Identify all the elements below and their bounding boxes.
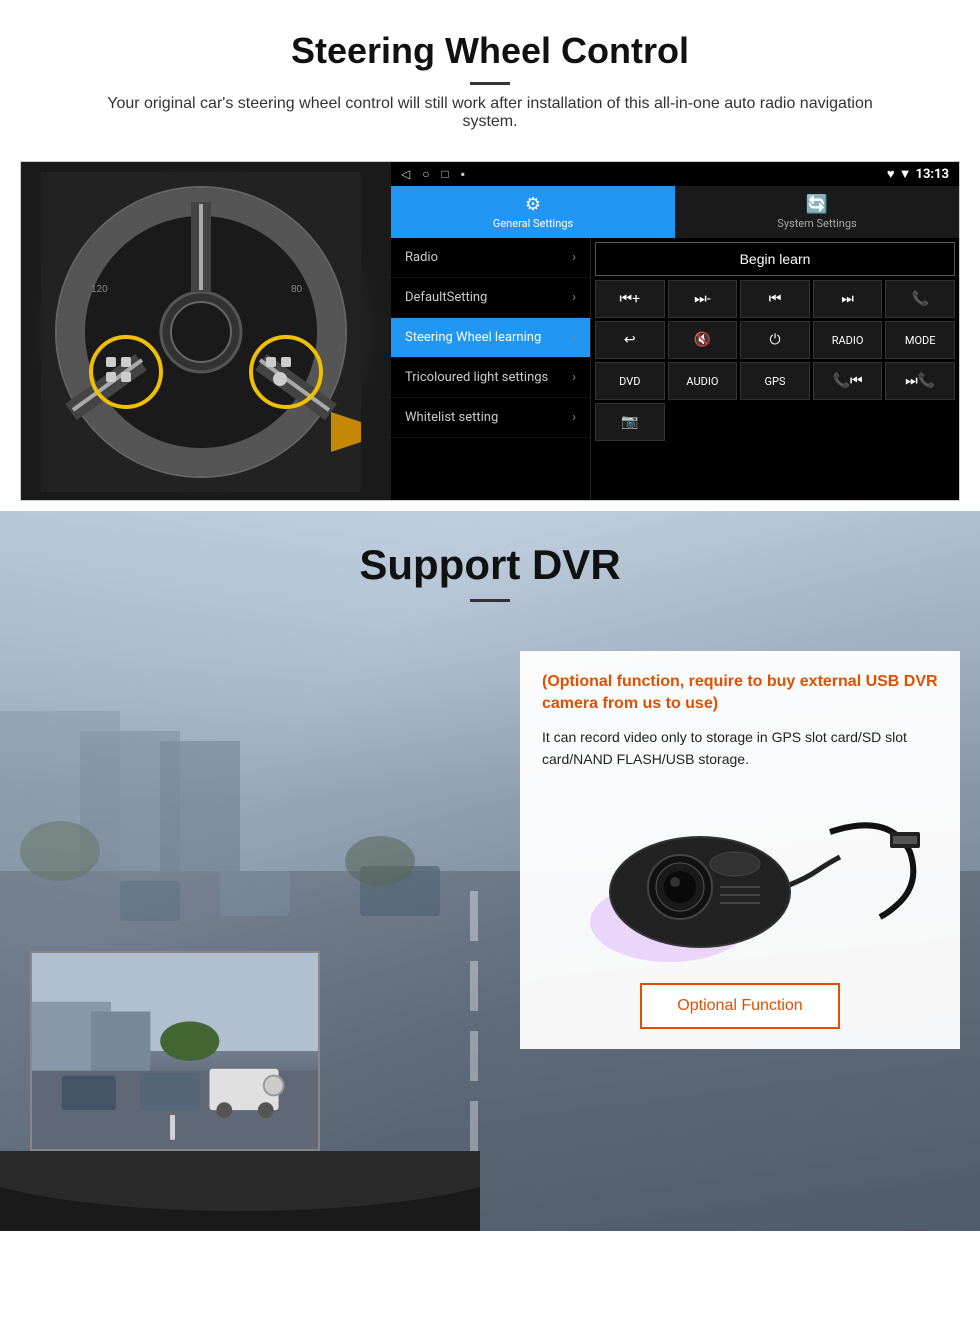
menu-item-steering[interactable]: Steering Wheel learning › [391,318,590,358]
ctrl-btn-back[interactable]: ↩ [595,321,665,359]
tab-general-label: General Settings [493,217,573,230]
camera-icon: 📷 [621,414,638,430]
ctrl-btn-next[interactable]: ⏭ [813,280,883,318]
svg-text:120: 120 [91,284,108,295]
power-icon: ⏻ [769,332,780,348]
back-icon: ↩ [624,332,636,348]
tab-general[interactable]: ⚙ General Settings [391,186,675,238]
statusbar-time: 13:13 [916,167,950,182]
dvr-title-divider [470,599,510,602]
mode-label: MODE [905,334,936,347]
chevron-icon-default: › [572,290,576,305]
menu-item-radio-label: Radio [405,250,438,265]
home-nav-icon[interactable]: ○ [422,167,429,181]
dvr-optional-text: (Optional function, require to buy exter… [542,671,938,716]
ctrl-btn-call[interactable]: 📞 [885,280,955,318]
ctrl-btn-camera[interactable]: 📷 [595,403,665,441]
prev-icon: ⏮ [769,291,782,307]
dvr-info-card: (Optional function, require to buy exter… [520,651,960,1049]
android-panel: ◁ ○ □ ▪ ♥ ▼ 13:13 ⚙ General Settings [391,162,959,500]
control-grid: ⏮+ ⏭- ⏮ ⏭ 📞 [595,280,955,441]
vol-down-icon: ⏭- [694,291,710,307]
begin-learn-button[interactable]: Begin learn [595,242,955,276]
ctrl-btn-mute[interactable]: 🔇 [668,321,738,359]
menu-item-steering-label: Steering Wheel learning [405,330,541,345]
ctrl-btn-gps[interactable]: GPS [740,362,810,400]
chevron-icon-steering: › [572,330,576,345]
tab-system-label: System Settings [777,217,856,230]
system-settings-icon: 🔄 [806,194,828,215]
ctrl-btn-vol-down[interactable]: ⏭- [668,280,738,318]
tel-prev-icon: 📞⏮ [833,373,863,389]
dvr-mini-inner [32,953,318,1149]
next-icon: ⏭ [841,291,854,307]
dvr-camera-illustration [542,787,938,967]
ctrl-btn-vol-up[interactable]: ⏮+ [595,280,665,318]
settings-right: Begin learn ⏮+ ⏭- ⏮ [591,238,959,500]
settings-content: Radio › DefaultSetting › Steering Wheel … [391,238,959,500]
steering-description: Your original car's steering wheel contr… [80,95,900,131]
ctrl-btn-radio[interactable]: RADIO [813,321,883,359]
steering-title: Steering Wheel Control [40,30,940,72]
mute-icon: 🔇 [694,332,711,348]
vol-up-icon: ⏮+ [620,291,641,307]
steering-photo: 120 80 [21,162,391,500]
steering-photo-inner: 120 80 [21,162,391,500]
steering-wheel-svg: 120 80 [41,172,361,492]
general-settings-icon: ⚙ [525,194,541,215]
dashboard-area [0,1151,480,1231]
settings-tabs: ⚙ General Settings 🔄 System Settings [391,186,959,238]
recents-nav-icon[interactable]: □ [441,167,448,181]
dvr-title: Support DVR [0,541,980,589]
dashboard-svg [0,1151,480,1231]
begin-learn-row: Begin learn [595,242,955,276]
wifi-icon: ▼ [899,166,912,182]
steering-section: Steering Wheel Control Your original car… [0,0,980,501]
menu-item-radio[interactable]: Radio › [391,238,590,278]
ctrl-btn-dvd[interactable]: DVD [595,362,665,400]
dvr-section: Support DVR (Optional function, require … [0,511,980,1231]
ctrl-btn-prev[interactable]: ⏮ [740,280,810,318]
menu-nav-icon[interactable]: ▪ [461,167,465,181]
ui-screenshot: 120 80 ◁ ○ □ ▪ ♥ ▼ 13:13 [20,161,960,501]
dvr-title-area: Support DVR [0,511,980,632]
menu-item-default-label: DefaultSetting [405,290,487,305]
menu-item-default[interactable]: DefaultSetting › [391,278,590,318]
call-icon: 📞 [911,291,928,307]
dvr-mini-scene [32,953,318,1149]
chevron-icon-whitelist: › [572,410,576,425]
dvr-camera-svg [550,792,930,962]
ctrl-btn-mode[interactable]: MODE [885,321,955,359]
tab-system[interactable]: 🔄 System Settings [675,186,959,238]
gps-label: GPS [765,375,786,388]
status-icons: ♥ ▼ 13:13 [887,166,949,182]
nav-icons: ◁ ○ □ ▪ [401,167,881,181]
ctrl-btn-tel-prev[interactable]: 📞⏮ [813,362,883,400]
dvr-description: It can record video only to storage in G… [542,726,938,771]
ctrl-btn-tel-next[interactable]: ⏭📞 [885,362,955,400]
dvr-screenshot-mini [30,951,320,1151]
ctrl-btn-power[interactable]: ⏻ [740,321,810,359]
audio-label: AUDIO [686,375,718,388]
title-divider [470,82,510,85]
steering-title-area: Steering Wheel Control Your original car… [0,0,980,151]
chevron-icon-radio: › [572,250,576,265]
tel-next-icon: ⏭📞 [905,373,935,389]
optional-function-button[interactable]: Optional Function [640,983,840,1029]
menu-item-whitelist-label: Whitelist setting [405,410,498,425]
back-nav-icon[interactable]: ◁ [401,167,410,181]
android-statusbar: ◁ ○ □ ▪ ♥ ▼ 13:13 [391,162,959,186]
menu-item-whitelist[interactable]: Whitelist setting › [391,398,590,438]
radio-label: RADIO [832,334,864,347]
settings-menu: Radio › DefaultSetting › Steering Wheel … [391,238,591,500]
ctrl-btn-audio[interactable]: AUDIO [668,362,738,400]
chevron-icon-tricoloured: › [572,370,576,385]
svg-text:80: 80 [291,284,303,295]
menu-item-tricoloured-label: Tricoloured light settings [405,370,548,385]
dvd-label: DVD [619,375,640,388]
signal-icon: ♥ [887,166,895,182]
menu-item-tricoloured[interactable]: Tricoloured light settings › [391,358,590,398]
